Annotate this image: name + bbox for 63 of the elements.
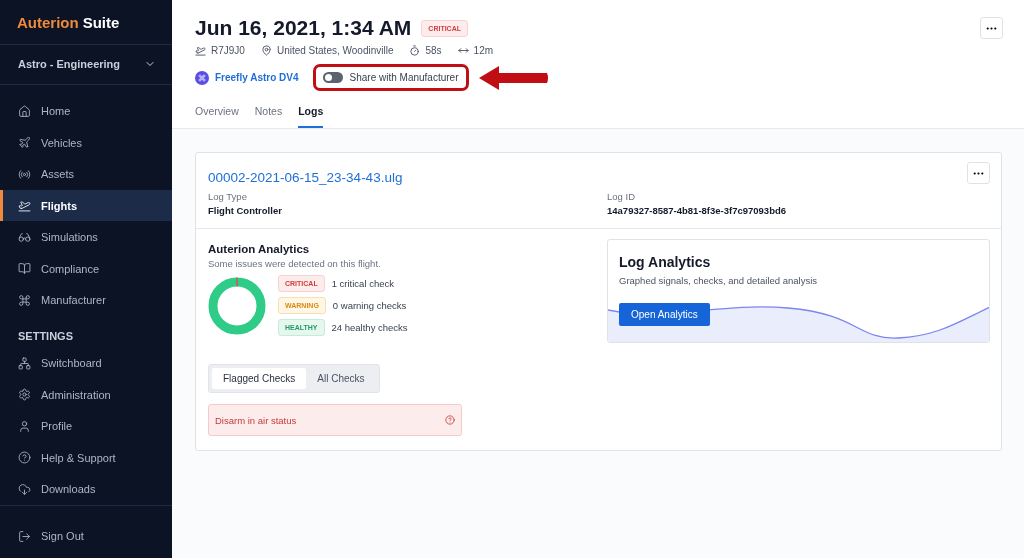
flight-meta: R7J9J0 bbox=[211, 45, 245, 56]
pin-icon bbox=[260, 45, 272, 56]
flight-meta: 12m bbox=[473, 45, 494, 56]
panel-title: Log Analytics bbox=[619, 254, 712, 270]
check-tab[interactable]: All Checks bbox=[306, 368, 376, 389]
tab[interactable]: Logs bbox=[298, 99, 324, 128]
more-button[interactable] bbox=[980, 17, 1003, 39]
flagged-check-label: Disarm in air status bbox=[215, 414, 297, 426]
field-label: Log Type bbox=[208, 191, 248, 202]
double-arrow-icon bbox=[457, 45, 469, 56]
sidebar-item[interactable]: Vehicles bbox=[0, 127, 172, 159]
logo-product: Suite bbox=[82, 13, 120, 31]
flagged-check[interactable]: Disarm in air status bbox=[208, 404, 462, 436]
sidebar-item[interactable]: Downloads bbox=[0, 473, 172, 505]
plane-icon bbox=[18, 199, 31, 213]
section-heading: SETTINGS bbox=[17, 328, 74, 344]
tab[interactable]: Notes bbox=[254, 99, 283, 128]
field-value: Flight Controller bbox=[208, 205, 283, 216]
help-icon bbox=[18, 451, 31, 465]
check-count: 0 warning checks bbox=[332, 300, 407, 311]
sidebar-item[interactable]: Simulations bbox=[0, 221, 172, 253]
section-title: Auterion Analytics bbox=[208, 243, 311, 255]
section-subtitle: Some issues were detected on this flight. bbox=[208, 258, 382, 269]
help-icon bbox=[445, 415, 455, 425]
book-icon bbox=[18, 262, 31, 276]
more-button[interactable] bbox=[967, 162, 990, 184]
sidebar-item[interactable]: Assets bbox=[0, 158, 172, 190]
settings-icon bbox=[18, 388, 31, 402]
check-tab[interactable]: Flagged Checks bbox=[212, 368, 307, 389]
goggles-icon bbox=[18, 230, 31, 244]
donut-chart-drawing bbox=[208, 276, 266, 335]
flight-title: Jun 16, 2021, 1:34 AM bbox=[195, 16, 412, 40]
flight-meta: United States, Woodinville bbox=[276, 45, 394, 56]
stopwatch-icon bbox=[409, 45, 421, 56]
plane-icon bbox=[195, 45, 206, 56]
field-label: Log ID bbox=[607, 191, 636, 202]
tab[interactable]: Overview bbox=[195, 99, 239, 128]
sidebar-item[interactable]: Help & Support bbox=[0, 442, 172, 474]
sidebar-item[interactable]: Profile bbox=[0, 410, 172, 443]
home-icon bbox=[18, 104, 31, 118]
sidebar-item[interactable]: Compliance bbox=[0, 252, 172, 285]
sidebar-item[interactable]: Administration bbox=[0, 379, 172, 411]
share-toggle[interactable]: Share with Manufacturer bbox=[322, 72, 459, 83]
field-value: 14a79327-8587-4b81-8f3e-3f7c97093bd6 bbox=[607, 205, 788, 216]
check-count: 1 critical check bbox=[331, 278, 394, 289]
radio-icon bbox=[18, 167, 31, 181]
sign-out-icon bbox=[18, 529, 31, 543]
vehicle-link[interactable]: Freefly Astro DV4 bbox=[195, 70, 299, 85]
log-file-link[interactable]: 00002-2021-06-15_23-34-43.ulg bbox=[208, 170, 403, 185]
open-analytics-button[interactable]: Open Analytics bbox=[619, 303, 710, 326]
sidebar-item[interactable]: Switchboard bbox=[0, 347, 172, 380]
command-icon bbox=[18, 293, 31, 307]
panel-subtitle: Graphed signals, checks, and detailed analysis bbox=[619, 275, 819, 286]
network-icon bbox=[18, 356, 31, 370]
sidebar-item[interactable]: Home bbox=[0, 95, 172, 127]
cloud-download-icon bbox=[18, 482, 31, 496]
sign-out-item[interactable]: Sign Out bbox=[0, 520, 172, 552]
check-count: 24 healthy checks bbox=[331, 322, 408, 333]
sidebar-item[interactable]: Flights bbox=[0, 189, 172, 222]
user-icon bbox=[18, 419, 31, 433]
flight-meta: 58s bbox=[425, 45, 442, 56]
logo-brand: Auterion bbox=[17, 13, 79, 31]
sidebar-item[interactable]: Manufacturer bbox=[0, 284, 172, 316]
